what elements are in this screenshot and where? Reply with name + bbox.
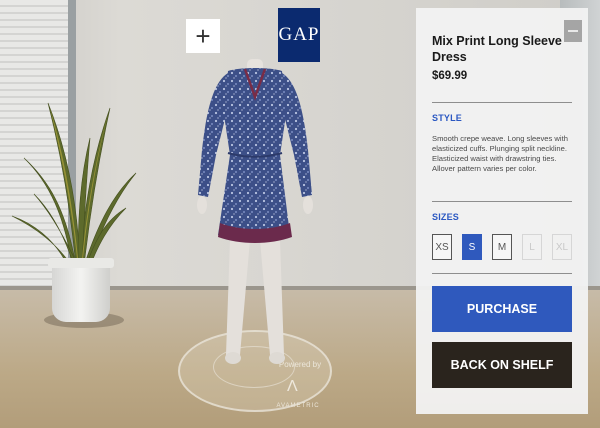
- minus-icon: [568, 30, 578, 32]
- add-button[interactable]: +: [186, 19, 220, 53]
- mannequin-dress-model[interactable]: [190, 55, 320, 385]
- collapse-button[interactable]: [564, 20, 582, 42]
- purchase-button[interactable]: PURCHASE: [432, 286, 572, 332]
- sizes-heading: SIZES: [432, 212, 460, 222]
- size-option-m[interactable]: M: [492, 234, 512, 260]
- size-option-xl: XL: [552, 234, 572, 260]
- provider-name: AVAMETRIC: [276, 403, 320, 409]
- size-option-xs[interactable]: XS: [432, 234, 452, 260]
- product-price: $69.99: [432, 70, 468, 82]
- plant-pot-rim: [48, 258, 114, 268]
- gap-logo: GAP: [278, 8, 320, 62]
- divider: [432, 273, 572, 274]
- back-on-shelf-button[interactable]: BACK ON SHELF: [432, 342, 572, 388]
- divider: [432, 201, 572, 202]
- product-description: Smooth crepe weave. Long sleeves with el…: [432, 134, 568, 173]
- plant-leaves: [11, 102, 137, 267]
- style-heading: STYLE: [432, 113, 463, 123]
- plus-icon: +: [195, 21, 211, 51]
- size-option-l: L: [522, 234, 542, 260]
- plant-pot: [52, 262, 110, 322]
- size-option-s[interactable]: S: [462, 234, 482, 260]
- divider: [432, 102, 572, 103]
- product-title: Mix Print Long Sleeve Dress: [432, 34, 562, 64]
